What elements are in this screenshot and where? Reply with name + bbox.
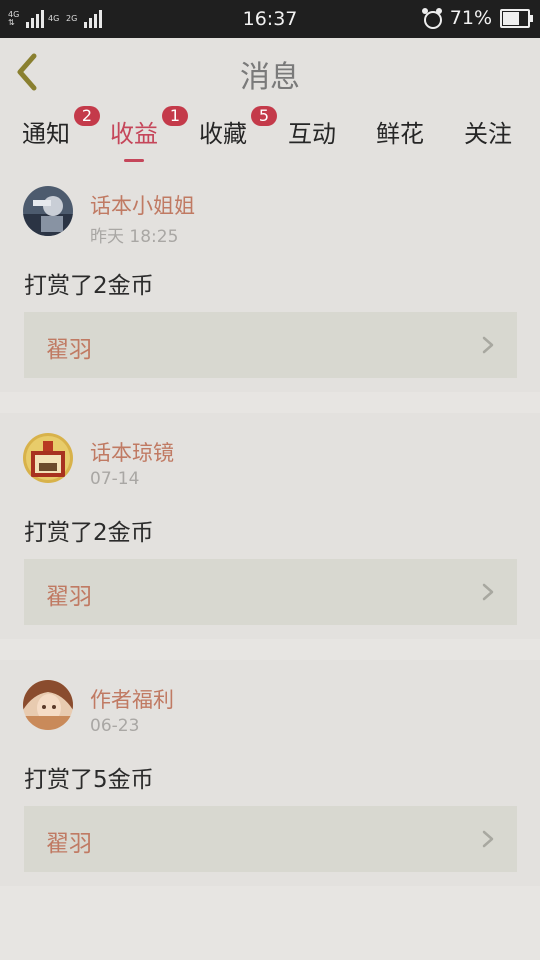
linked-work-title: 翟羽 — [46, 831, 92, 857]
tab-label: 鲜花 — [376, 120, 424, 148]
message-card: 作者福利 06-23 打赏了5金币 翟羽 — [0, 660, 540, 886]
chevron-right-icon — [482, 336, 494, 354]
active-tab-indicator — [124, 159, 144, 162]
unread-badge: 1 — [162, 106, 188, 126]
chevron-right-icon — [482, 830, 494, 848]
message-time: 06-23 — [90, 716, 140, 736]
message-card: 话本琼镜 07-14 打赏了2金币 翟羽 — [0, 413, 540, 639]
tab-label: 互动 — [288, 120, 336, 148]
alarm-clock-icon — [421, 8, 442, 29]
tab-favorites[interactable]: 收藏 5 — [199, 106, 277, 158]
linked-work-button[interactable]: 翟羽 — [24, 559, 517, 625]
message-text: 打赏了5金币 — [24, 767, 154, 793]
battery-icon — [500, 8, 533, 28]
linked-work-title: 翟羽 — [46, 337, 92, 363]
avatar[interactable] — [23, 680, 73, 730]
avatar-image — [23, 680, 73, 730]
tab-notifications[interactable]: 通知 2 — [22, 106, 100, 158]
tab-label: 关注 — [464, 120, 512, 148]
message-text: 打赏了2金币 — [24, 520, 154, 546]
tab-label: 收藏 — [199, 120, 247, 148]
avatar[interactable] — [23, 186, 73, 236]
avatar[interactable] — [23, 433, 73, 483]
sender-name[interactable]: 作者福利 — [90, 684, 174, 714]
battery-percent: 71% — [449, 7, 492, 29]
message-text: 打赏了2金币 — [24, 273, 154, 299]
tab-earnings[interactable]: 收益 1 — [110, 106, 188, 162]
unread-badge: 5 — [251, 106, 277, 126]
linked-work-button[interactable]: 翟羽 — [24, 312, 517, 378]
sender-name[interactable]: 话本小姐姐 — [90, 190, 195, 220]
chevron-right-icon — [482, 583, 494, 601]
tab-flowers[interactable]: 鲜花 — [376, 114, 424, 158]
linked-work-title: 翟羽 — [46, 584, 92, 610]
tab-bar: 通知 2 收益 1 收藏 5 互动 鲜花 关注 — [0, 104, 540, 166]
app-header: 消息 — [0, 38, 540, 105]
message-card: 话本小姐姐 昨天 18:25 打赏了2金币 翟羽 — [0, 166, 540, 392]
page-title: 消息 — [240, 60, 300, 95]
status-bar: 4G ⇅ 4G 2G 16:37 71% — [0, 0, 540, 38]
message-time: 昨天 18:25 — [90, 227, 179, 247]
tab-label: 收益 — [110, 120, 158, 148]
sender-name[interactable]: 话本琼镜 — [90, 437, 174, 467]
avatar-image — [23, 433, 73, 483]
linked-work-button[interactable]: 翟羽 — [24, 806, 517, 872]
tab-following[interactable]: 关注 — [464, 114, 512, 158]
message-time: 07-14 — [90, 469, 140, 489]
unread-badge: 2 — [74, 106, 100, 126]
tab-label: 通知 — [22, 120, 70, 148]
tab-interaction[interactable]: 互动 — [288, 114, 336, 158]
avatar-image — [23, 186, 73, 236]
status-right: 71% — [421, 7, 533, 29]
